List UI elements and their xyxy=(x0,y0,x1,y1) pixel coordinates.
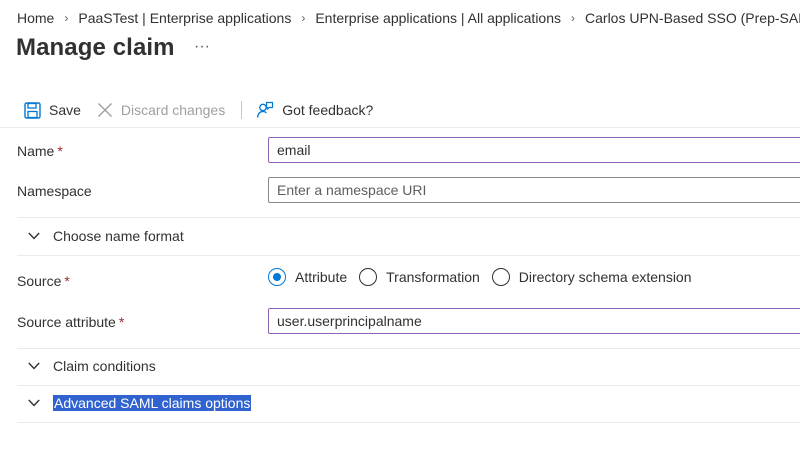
section-divider xyxy=(17,422,800,423)
namespace-label: Namespace xyxy=(17,183,92,199)
source-attribute-input[interactable] xyxy=(268,308,800,334)
chevron-right-icon: › xyxy=(301,11,306,25)
name-format-section-label: Choose name format xyxy=(53,228,184,244)
breadcrumb-all-applications[interactable]: Enterprise applications | All applicatio… xyxy=(315,10,561,26)
discard-changes-button[interactable]: Discard changes xyxy=(97,102,225,118)
breadcrumb-home[interactable]: Home xyxy=(17,10,54,26)
source-option-directory-schema-extension-label: Directory schema extension xyxy=(518,269,692,285)
claim-conditions-section-label: Claim conditions xyxy=(53,358,156,374)
name-label: Name * xyxy=(17,143,63,159)
breadcrumb: Home › PaaSTest | Enterprise application… xyxy=(17,8,800,28)
chevron-down-icon xyxy=(28,362,40,370)
command-bar: Save Discard changes Got feedback? xyxy=(24,96,373,124)
claim-conditions-section-toggle[interactable]: Claim conditions xyxy=(28,355,156,377)
source-option-transformation-label: Transformation xyxy=(386,269,480,285)
radio-unchecked-icon[interactable] xyxy=(359,268,378,286)
required-mark: * xyxy=(57,143,63,159)
source-option-directory-schema-extension[interactable]: Directory schema extension xyxy=(491,268,692,286)
source-attribute-label: Source attribute * xyxy=(17,314,125,330)
radio-checked-icon[interactable] xyxy=(268,268,286,286)
source-option-transformation[interactable]: Transformation xyxy=(359,268,480,286)
close-icon xyxy=(97,103,112,117)
chevron-right-icon: › xyxy=(64,11,69,25)
breadcrumb-app[interactable]: Carlos UPN-Based SSO (Prep-SAML) xyxy=(585,10,800,26)
chevron-down-icon xyxy=(28,399,40,407)
source-option-attribute[interactable]: Attribute xyxy=(268,268,347,286)
name-input[interactable] xyxy=(268,137,800,163)
required-mark: * xyxy=(118,314,125,330)
section-divider xyxy=(17,385,800,386)
save-icon xyxy=(24,101,41,119)
advanced-saml-section-toggle[interactable]: Advanced SAML claims options xyxy=(28,392,252,414)
source-option-attribute-label: Attribute xyxy=(295,269,348,285)
feedback-button[interactable]: Got feedback? xyxy=(256,101,373,119)
namespace-input[interactable] xyxy=(268,177,800,203)
feedback-label: Got feedback? xyxy=(282,102,374,118)
feedback-icon xyxy=(257,101,274,118)
radio-unchecked-icon[interactable] xyxy=(491,268,510,286)
required-mark: * xyxy=(64,273,70,289)
section-divider xyxy=(17,217,800,218)
toolbar-separator xyxy=(0,127,800,128)
chevron-right-icon: › xyxy=(571,11,576,25)
breadcrumb-enterprise-applications[interactable]: PaaSTest | Enterprise applications xyxy=(78,10,291,26)
source-radio-group: Attribute Transformation Directory schem… xyxy=(268,266,704,288)
name-format-section-toggle[interactable]: Choose name format xyxy=(28,225,184,247)
toolbar-divider xyxy=(241,101,243,119)
discard-changes-label: Discard changes xyxy=(120,102,226,118)
save-label: Save xyxy=(49,102,81,118)
source-label: Source * xyxy=(17,273,70,289)
section-divider xyxy=(17,348,800,349)
chevron-down-icon xyxy=(28,232,40,240)
page-title: Manage claim xyxy=(16,34,175,61)
more-options-icon[interactable]: ··· xyxy=(194,38,210,56)
advanced-saml-section-label: Advanced SAML claims options xyxy=(53,395,252,411)
save-button[interactable]: Save xyxy=(24,101,81,119)
section-divider xyxy=(17,255,800,256)
